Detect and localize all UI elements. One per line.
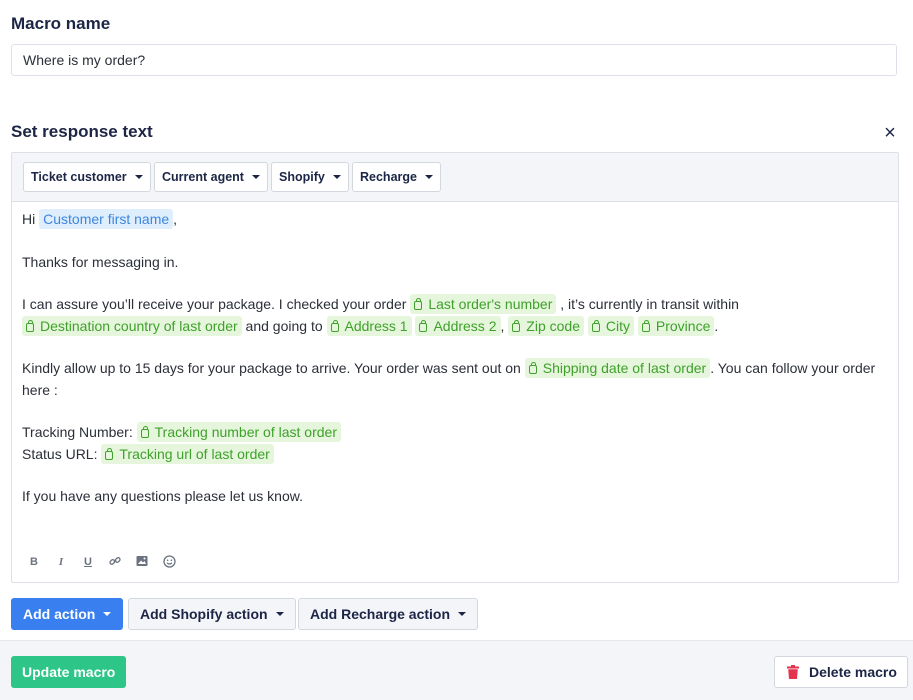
delete-macro-button[interactable]: Delete macro: [774, 656, 908, 688]
caret-down-icon: [134, 175, 143, 179]
link-icon[interactable]: [109, 555, 121, 569]
emoji-icon[interactable]: [163, 555, 176, 569]
macro-name-input[interactable]: [11, 44, 897, 76]
caret-down-icon: [275, 612, 284, 616]
variable-city[interactable]: City: [587, 315, 634, 336]
shopify-bag-icon: [140, 426, 149, 438]
shopify-bag-icon: [330, 319, 339, 332]
macro-name-label: Macro name: [11, 14, 111, 33]
status-url-line: Status URL: Tracking url of last order: [22, 443, 892, 466]
thanks-line: Thanks for messaging in.: [22, 253, 179, 270]
variable-destination-country[interactable]: Destination country of last order: [22, 315, 242, 336]
caret-down-icon: [332, 175, 341, 179]
caret-down-icon: [103, 612, 112, 616]
response-editor[interactable]: Ticket customer Current agent Shopify Re…: [11, 152, 899, 583]
add-recharge-action-button[interactable]: Add Recharge action: [298, 598, 479, 630]
order-paragraph: I can assure you’ll receive your package…: [22, 294, 739, 336]
shipping-paragraph: Kindly allow up to 15 days for your pack…: [22, 358, 876, 398]
image-icon[interactable]: [136, 555, 148, 569]
update-macro-button[interactable]: Update macro: [11, 656, 127, 688]
trash-icon: [787, 665, 799, 679]
shopify-bag-icon: [26, 319, 34, 332]
shopify-bag-icon: [641, 319, 650, 332]
current-agent-dropdown[interactable]: Current agent: [154, 162, 268, 192]
caret-down-icon: [458, 612, 467, 616]
closing-line: If you have any questions please let us …: [22, 488, 303, 504]
caret-down-icon: [251, 175, 260, 179]
caret-down-icon: [424, 175, 433, 179]
response-body[interactable]: Hi Customer first name, Thanks for messa…: [22, 209, 892, 508]
shopify-bag-icon: [414, 298, 423, 310]
variable-address-1[interactable]: Address 1: [326, 315, 412, 336]
variable-customer-first-name[interactable]: Customer first name: [39, 209, 174, 229]
variable-tracking-url[interactable]: Tracking url of last order: [101, 443, 274, 464]
close-icon[interactable]: ×: [881, 123, 899, 143]
recharge-dropdown[interactable]: Recharge: [352, 162, 441, 192]
shopify-dropdown[interactable]: Shopify: [271, 162, 349, 192]
response-text-label: Set response text: [11, 122, 153, 141]
shopify-bag-icon: [591, 319, 600, 332]
variable-last-order-number[interactable]: Last order's number: [410, 294, 557, 314]
add-action-button[interactable]: Add action: [11, 598, 124, 630]
greeting-line: Hi Customer first name,: [22, 209, 178, 229]
variable-shipping-date[interactable]: Shipping date of last order: [524, 358, 711, 378]
variable-province[interactable]: Province: [637, 315, 715, 336]
bold-icon[interactable]: B: [28, 555, 40, 569]
add-shopify-action-button[interactable]: Add Shopify action: [128, 598, 296, 630]
variable-zip-code[interactable]: Zip code: [508, 315, 584, 336]
variable-address-2[interactable]: Address 2: [415, 315, 501, 336]
footer-bar: Update macro Delete macro: [0, 640, 913, 700]
underline-icon[interactable]: U: [82, 555, 94, 569]
shopify-bag-icon: [512, 319, 521, 332]
shopify-bag-icon: [419, 319, 428, 332]
shopify-bag-icon: [105, 447, 114, 460]
ticket-customer-dropdown[interactable]: Ticket customer: [23, 162, 151, 192]
shopify-bag-icon: [528, 362, 537, 374]
tracking-number-line: Tracking Number: Tracking number of last…: [22, 422, 892, 444]
variable-toolbar: Ticket customer Current agent Shopify Re…: [12, 153, 898, 202]
format-toolbar: B I U: [28, 555, 176, 569]
italic-icon[interactable]: I: [55, 555, 67, 569]
variable-tracking-number[interactable]: Tracking number of last order: [136, 422, 341, 442]
